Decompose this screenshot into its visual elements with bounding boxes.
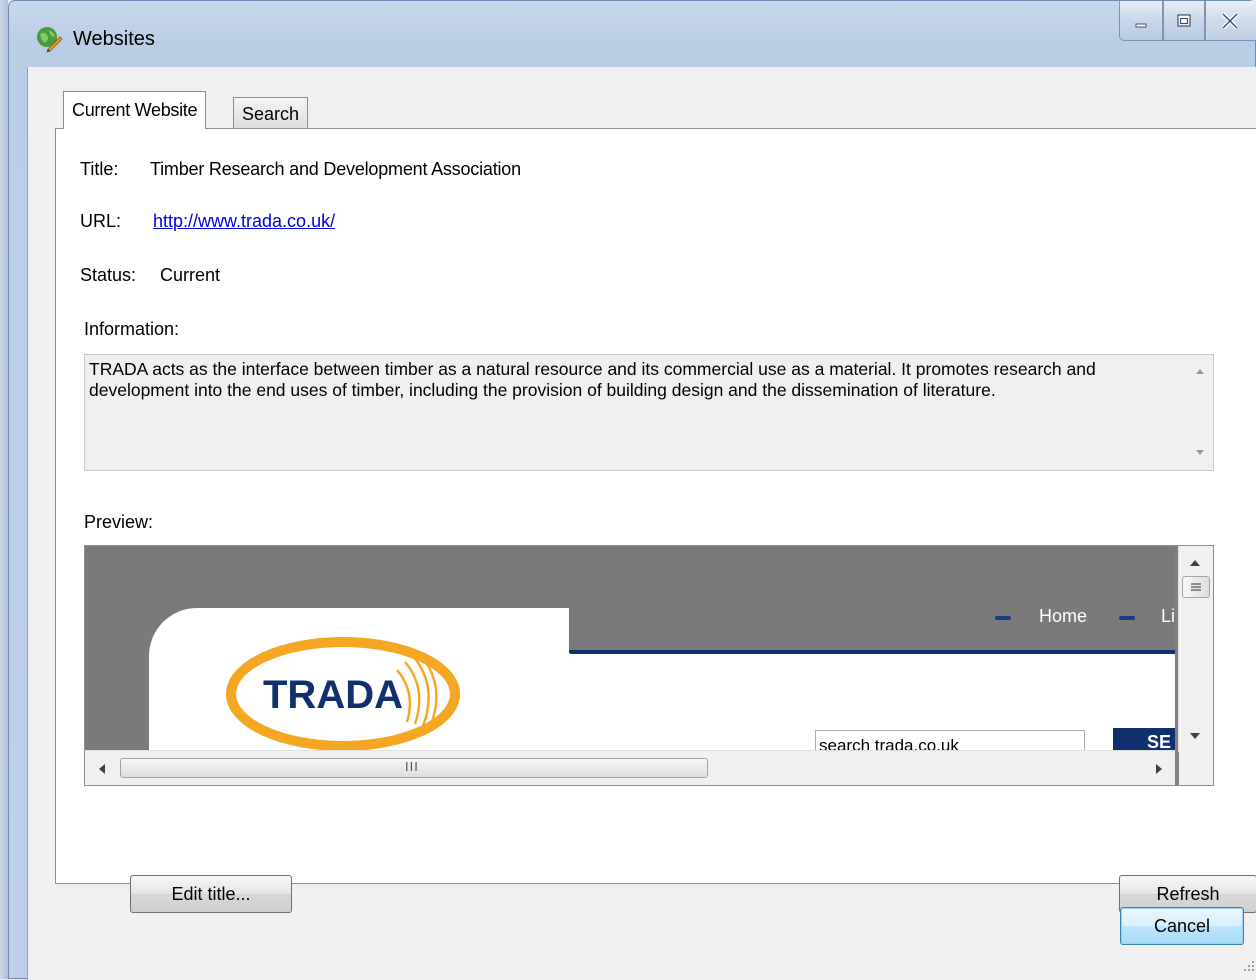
tab-current-website-label: Current Website — [72, 100, 198, 120]
scroll-down-icon[interactable] — [1189, 732, 1201, 741]
trada-logo-text: TRADA — [263, 673, 403, 717]
tab-search[interactable]: Search — [233, 97, 309, 131]
window-title: Websites — [73, 28, 155, 50]
minimize-icon — [1135, 23, 1147, 27]
status-value: Current — [160, 265, 221, 285]
scroll-right-icon[interactable] — [1155, 763, 1164, 775]
scroll-down-icon[interactable] — [1195, 449, 1205, 457]
close-button[interactable] — [1205, 1, 1256, 41]
edit-title-button[interactable]: Edit title... — [130, 875, 292, 913]
tab-current-website[interactable]: Current Website — [63, 91, 207, 129]
preview-search-button[interactable]: SE — [1113, 728, 1175, 752]
preview-nav-next[interactable]: Li — [1161, 606, 1175, 627]
current-website-panel: Title: Timber Research and Development A… — [55, 128, 1256, 913]
horizontal-scroll-thumb[interactable]: III — [120, 758, 708, 778]
dialog-client-area: Current Website Search Title: Timber Res… — [27, 67, 1256, 980]
title-bar[interactable]: Websites — [9, 1, 1256, 67]
preview-search-input[interactable]: search trada.co.uk — [815, 730, 1085, 752]
nav-bullet-icon — [1119, 616, 1135, 620]
scroll-left-icon[interactable] — [97, 763, 106, 775]
caption-buttons — [1119, 1, 1256, 45]
url-link[interactable]: http://www.trada.co.uk/ — [153, 211, 335, 232]
minimize-button[interactable] — [1119, 1, 1163, 41]
vertical-scroll-thumb[interactable] — [1182, 576, 1210, 598]
information-scrollbar[interactable] — [1187, 355, 1213, 470]
resize-grip-icon[interactable] — [1242, 959, 1256, 973]
scrollbar-corner — [1179, 751, 1213, 785]
information-textbox[interactable]: TRADA acts as the interface between timb… — [84, 354, 1214, 471]
preview-nav-home[interactable]: Home — [1039, 606, 1087, 627]
scroll-grip: III — [405, 759, 419, 774]
preview-page-content: TRADA Home Li search trada.co.uk SE — [85, 546, 1175, 752]
status-label: Status: — [80, 265, 137, 285]
trada-logo-icon: TRADA — [226, 637, 460, 751]
preview-vertical-scrollbar[interactable] — [1178, 546, 1213, 752]
tab-search-label: Search — [242, 104, 300, 124]
websites-app-icon — [37, 27, 63, 53]
scroll-up-icon[interactable] — [1195, 367, 1205, 375]
maximize-button[interactable] — [1163, 1, 1205, 41]
url-label: URL: — [80, 211, 122, 231]
scroll-up-icon[interactable] — [1189, 558, 1201, 567]
desktop-background — [0, 0, 8, 979]
nav-bullet-icon — [995, 616, 1011, 620]
preview-label: Preview: — [84, 512, 154, 532]
cancel-button[interactable]: Cancel — [1120, 907, 1244, 945]
information-label: Information: — [84, 319, 180, 339]
grip-icon — [1191, 583, 1201, 591]
title-value: Timber Research and Development Associat… — [150, 159, 521, 179]
close-icon — [1221, 12, 1239, 29]
website-preview[interactable]: TRADA Home Li search trada.co.uk SE III — [84, 545, 1214, 786]
websites-dialog: Websites Current Website Search Title: T… — [8, 0, 1256, 980]
information-text: TRADA acts as the interface between timb… — [89, 359, 1096, 400]
preview-horizontal-scrollbar[interactable]: III — [85, 750, 1175, 785]
title-label: Title: — [80, 159, 119, 179]
maximize-icon — [1177, 13, 1191, 27]
